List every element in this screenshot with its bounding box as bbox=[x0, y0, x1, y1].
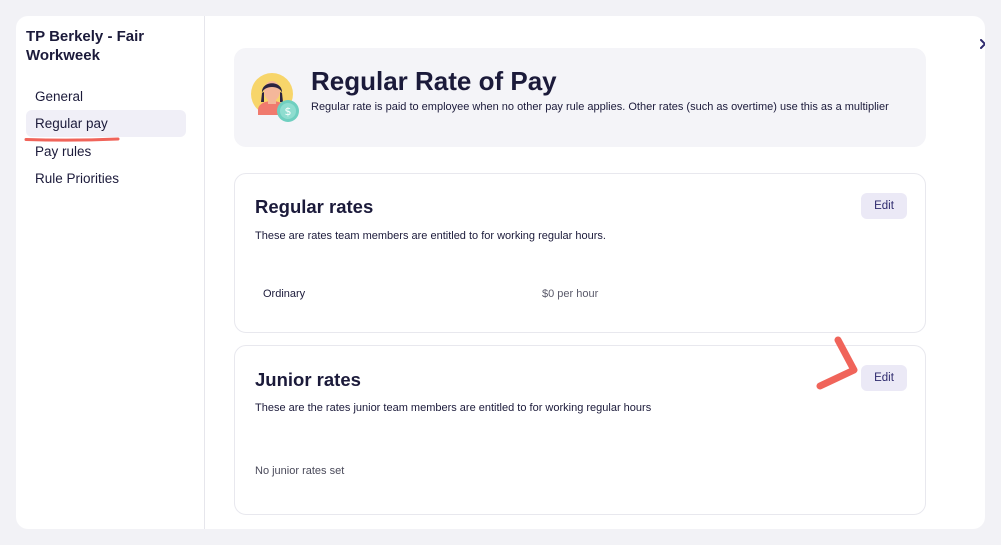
rate-name: Ordinary bbox=[263, 288, 306, 300]
rate-value: $0 per hour bbox=[542, 288, 599, 300]
junior-rates-empty-state: No junior rates set bbox=[255, 465, 345, 477]
junior-rates-title: Junior rates bbox=[255, 369, 361, 390]
junior-rates-card: Junior rates These are the rates junior … bbox=[234, 345, 926, 515]
main-content: $ Regular Rate of Pay Regular rate is pa… bbox=[234, 16, 928, 529]
regular-rates-card: Regular rates These are rates team membe… bbox=[234, 173, 926, 333]
close-icon[interactable] bbox=[976, 35, 985, 53]
sidebar-item-general[interactable]: General bbox=[26, 83, 186, 110]
regular-rates-edit-button[interactable]: Edit bbox=[861, 193, 907, 219]
regular-rates-description: These are rates team members are entitle… bbox=[255, 230, 606, 242]
sidebar-item-rule-priorities[interactable]: Rule Priorities bbox=[26, 165, 186, 192]
junior-rates-description: These are the rates junior team members … bbox=[255, 402, 652, 414]
svg-text:$: $ bbox=[285, 105, 292, 118]
regular-rates-title: Regular rates bbox=[255, 196, 374, 217]
junior-rates-edit-button[interactable]: Edit bbox=[861, 365, 907, 391]
sidebar-item-regular-pay[interactable]: Regular pay bbox=[26, 110, 186, 137]
header-panel: $ Regular Rate of Pay Regular rate is pa… bbox=[234, 48, 926, 147]
settings-modal: TP Berkely - Fair Workweek General Regul… bbox=[16, 16, 985, 529]
employee-avatar-icon: $ bbox=[250, 72, 304, 126]
sidebar: TP Berkely - Fair Workweek General Regul… bbox=[16, 16, 205, 529]
page-title: Regular Rate of Pay bbox=[311, 66, 557, 96]
sidebar-item-pay-rules[interactable]: Pay rules bbox=[26, 138, 186, 165]
page-description: Regular rate is paid to employee when no… bbox=[311, 101, 889, 113]
sidebar-title: TP Berkely - Fair Workweek bbox=[26, 28, 145, 64]
